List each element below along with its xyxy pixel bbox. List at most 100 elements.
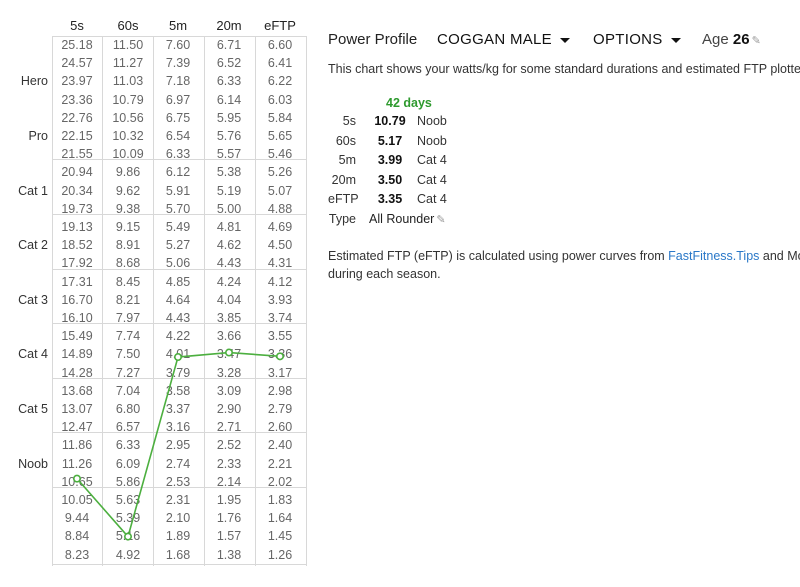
table-cell: 7.50 bbox=[115, 347, 141, 362]
table-cell: 22.76 bbox=[61, 110, 93, 125]
profile-dropdown[interactable]: COGGAN MALE bbox=[437, 31, 570, 48]
pencil-icon[interactable]: ✎ bbox=[436, 214, 445, 226]
table-cell: 14.89 bbox=[61, 347, 93, 362]
table-cell: 5.91 bbox=[165, 183, 191, 198]
table-cell: 11.03 bbox=[112, 74, 144, 89]
note-text-3: during each season. bbox=[328, 267, 441, 281]
table-cell: 3.36 bbox=[267, 347, 293, 362]
summary-value: 3.50 bbox=[377, 172, 403, 187]
note-text-1: Estimated FTP (eFTP) is calculated using… bbox=[328, 249, 669, 263]
eftp-note: Estimated FTP (eFTP) is calculated using… bbox=[328, 247, 800, 283]
table-cell: 23.97 bbox=[61, 74, 93, 89]
table-cell: 10.32 bbox=[112, 129, 144, 143]
table-cell: 9.38 bbox=[115, 201, 141, 216]
rank-label-cat-5: Cat 5 bbox=[18, 402, 48, 416]
table-cell: 3.09 bbox=[216, 383, 242, 398]
table-cell: 10.65 bbox=[61, 474, 93, 489]
options-dropdown[interactable]: OPTIONS bbox=[593, 31, 681, 48]
fastfitness-link[interactable]: FastFitness.Tips bbox=[668, 249, 759, 263]
table-cell: 4.92 bbox=[115, 547, 141, 562]
table-cell: 12.47 bbox=[61, 420, 93, 435]
table-cell: 16.70 bbox=[61, 292, 93, 307]
table-cell: 14.28 bbox=[61, 365, 93, 380]
summary-value: 3.35 bbox=[377, 192, 403, 206]
age-field[interactable]: Age 26 ✎ bbox=[702, 31, 761, 48]
table-cell: 5.84 bbox=[267, 110, 293, 125]
summary-row: 20m 3.50 Cat 4 bbox=[328, 173, 528, 191]
table-cell: 6.71 bbox=[216, 38, 242, 52]
table-cell: 8.45 bbox=[115, 274, 141, 289]
table-cell: 19.73 bbox=[61, 201, 93, 216]
table-cell: 1.26 bbox=[267, 547, 293, 562]
table-cell: 19.13 bbox=[61, 220, 93, 234]
table-cell: 2.60 bbox=[267, 420, 293, 435]
table-cell: 7.18 bbox=[165, 74, 191, 89]
table-cell: 2.98 bbox=[267, 383, 293, 398]
table-cell: 11.50 bbox=[112, 38, 144, 52]
table-cell: 2.40 bbox=[267, 438, 293, 453]
table-cell: 1.38 bbox=[216, 547, 242, 562]
summary-duration: 5s bbox=[342, 114, 356, 128]
table-cell: 6.41 bbox=[267, 56, 293, 71]
table-cell: 2.21 bbox=[267, 456, 293, 471]
table-cell: 25.18 bbox=[61, 38, 93, 52]
table-cell: 4.50 bbox=[267, 238, 293, 253]
table-cell: 5.57 bbox=[216, 147, 242, 162]
table-cell: 6.80 bbox=[115, 402, 141, 416]
column-header-5s: 5s bbox=[70, 18, 84, 33]
summary-row: eFTP 3.35 Cat 4 bbox=[328, 192, 528, 210]
rank-label-cat-3: Cat 3 bbox=[18, 292, 48, 307]
summary-duration: eFTP bbox=[328, 192, 359, 206]
rank-label-pro: Pro bbox=[28, 129, 48, 143]
table-cell: 4.31 bbox=[267, 256, 293, 271]
page-title: Power Profile bbox=[328, 31, 418, 48]
table-cell: 5.26 bbox=[267, 165, 293, 180]
column-header-20m: 20m bbox=[216, 18, 242, 33]
profile-panel: Power Profile COGGAN MALE OPTIONS Age 26… bbox=[328, 0, 800, 587]
table-cell: 5.63 bbox=[115, 493, 141, 507]
table-cell: 1.83 bbox=[267, 493, 293, 507]
column-header-5m: 5m bbox=[168, 18, 188, 33]
summary-category: Noob bbox=[417, 133, 447, 148]
table-cell: 3.66 bbox=[216, 329, 242, 344]
table-cell: 2.79 bbox=[267, 402, 293, 416]
table-cell: 6.54 bbox=[165, 129, 191, 143]
table-cell: 16.10 bbox=[61, 311, 93, 325]
table-cell: 5.00 bbox=[216, 201, 242, 216]
table-cell: 3.17 bbox=[267, 365, 293, 380]
table-cell: 1.57 bbox=[216, 529, 242, 544]
table-cell: 8.21 bbox=[115, 292, 141, 307]
table-cell: 5.06 bbox=[165, 256, 191, 271]
table-cell: 5.46 bbox=[267, 147, 293, 162]
type-value[interactable]: All Rounder ✎ bbox=[369, 212, 446, 226]
summary-row: 5s 10.79 Noob bbox=[328, 114, 528, 132]
table-cell: 10.05 bbox=[61, 493, 93, 507]
table-cell: 5.38 bbox=[216, 165, 242, 180]
table-cell: 5.76 bbox=[216, 129, 242, 143]
profile-dropdown-label: COGGAN MALE bbox=[437, 31, 552, 48]
rank-label-hero: Hero bbox=[20, 74, 48, 89]
table-cell: 6.60 bbox=[267, 38, 293, 52]
table-cell: 10.79 bbox=[112, 92, 144, 107]
type-label: Type bbox=[328, 212, 356, 226]
table-cell: 6.14 bbox=[216, 92, 242, 107]
table-cell: 9.44 bbox=[64, 511, 90, 526]
summary-row: 60s 5.17 Noob bbox=[328, 134, 528, 152]
table-cell: 1.64 bbox=[267, 511, 293, 526]
summary-value: 3.99 bbox=[377, 153, 403, 167]
pencil-icon[interactable]: ✎ bbox=[752, 35, 761, 47]
table-cell: 9.15 bbox=[115, 220, 141, 234]
table-cell: 1.76 bbox=[216, 511, 242, 526]
chart-description: This chart shows your watts/kg for some … bbox=[328, 62, 800, 76]
summary-duration: 20m bbox=[331, 172, 356, 187]
table-cell: 3.16 bbox=[165, 420, 191, 435]
table-cell: 3.79 bbox=[165, 365, 191, 380]
rank-label-cat-4: Cat 4 bbox=[18, 347, 48, 362]
table-cell: 2.74 bbox=[165, 456, 191, 471]
table-cell: 6.57 bbox=[115, 420, 141, 435]
age-label: Age bbox=[702, 31, 729, 48]
table-cell: 6.12 bbox=[165, 165, 191, 180]
summary-category: Noob bbox=[417, 114, 447, 128]
table-cell: 1.95 bbox=[216, 493, 242, 507]
table-cell: 7.97 bbox=[115, 311, 141, 325]
